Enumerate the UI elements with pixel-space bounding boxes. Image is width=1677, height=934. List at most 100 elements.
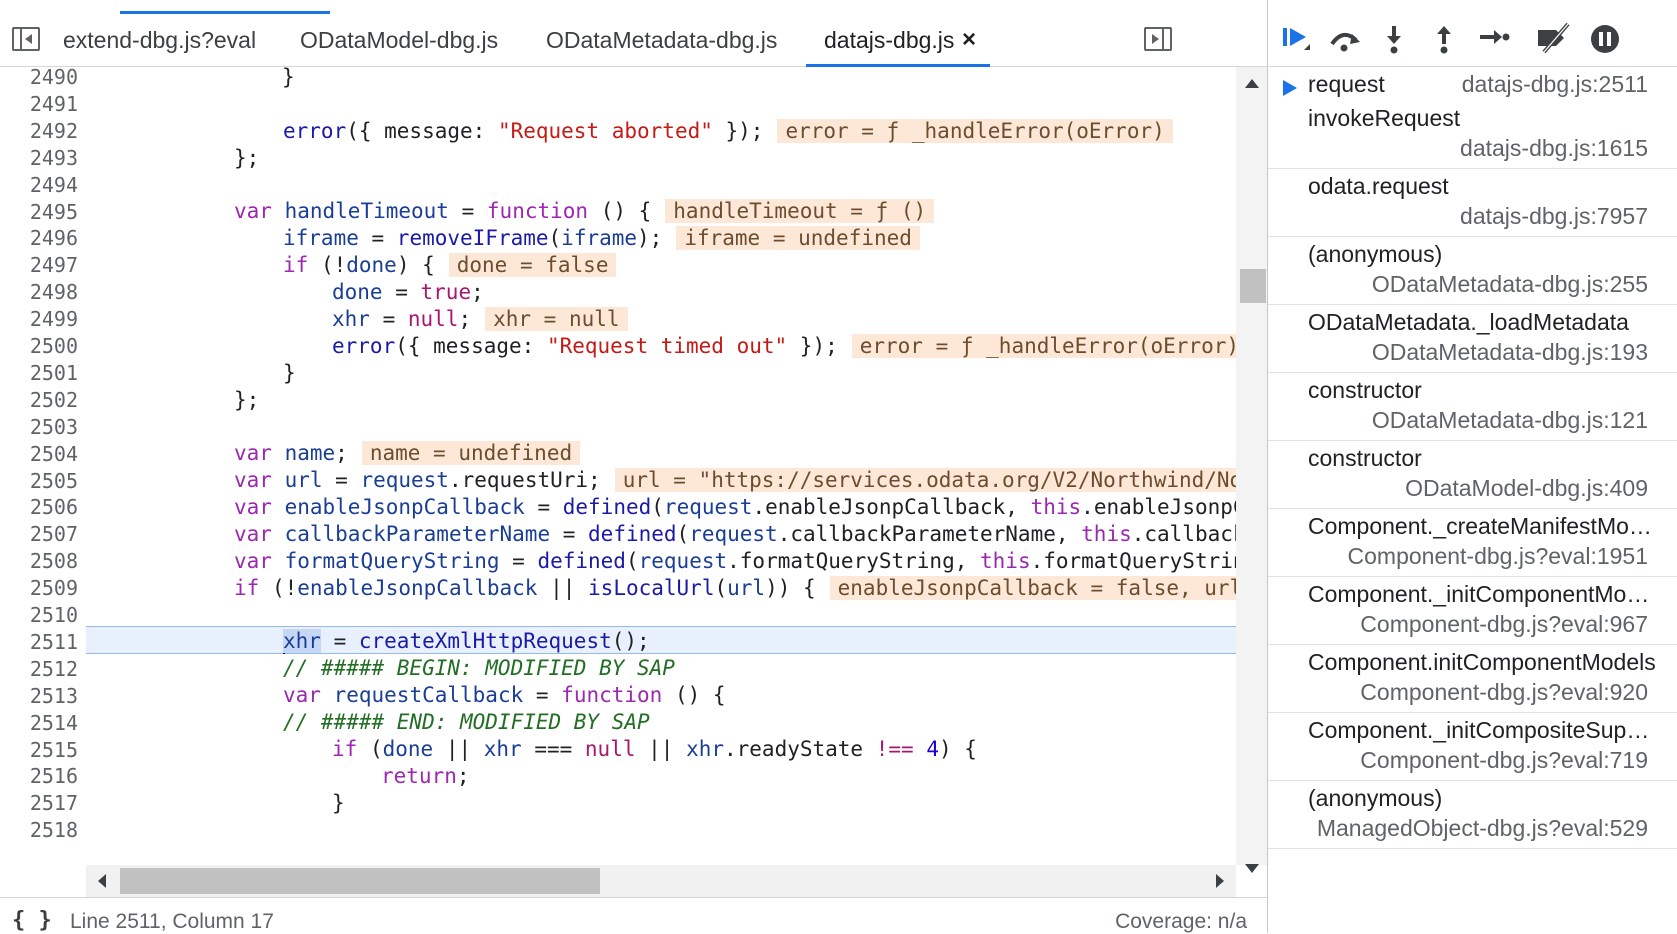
line-number[interactable]: 2498 [0, 278, 78, 306]
inline-value: enableJsonpCallback = false, url = "http… [829, 576, 1236, 600]
scroll-right-icon[interactable] [1216, 874, 1224, 888]
step-over-icon[interactable] [1328, 22, 1362, 56]
tab-label: ODataMetadata-dbg.js [546, 27, 778, 53]
line-number[interactable]: 2492 [0, 117, 78, 145]
line-number[interactable]: 2495 [0, 198, 78, 226]
call-frame[interactable]: Component._createManifestModels Component… [1268, 509, 1677, 577]
resume-icon[interactable] [1280, 22, 1314, 56]
status-bar: { } Line 2511, Column 17 Coverage: n/a [0, 897, 1267, 934]
call-frame[interactable]: constructor ODataMetadata-dbg.js:121 [1268, 373, 1677, 441]
line-number[interactable]: 2509 [0, 574, 78, 602]
line-number[interactable]: 2506 [0, 493, 78, 521]
code-line: error({ message: "Request aborted" }); er… [86, 117, 1236, 145]
code-line: var formatQueryString = defined(request.… [234, 549, 1236, 573]
call-frame[interactable]: (anonymous) ODataMetadata-dbg.js:255 [1268, 237, 1677, 305]
line-number[interactable]: 2511 [0, 628, 78, 656]
tab-odatametadata-dbg[interactable]: ODataMetadata-dbg.js [546, 14, 777, 66]
code-line: var callbackParameterName = defined(requ… [234, 522, 1236, 546]
call-frame[interactable]: Component._initComponentModels Component-… [1268, 577, 1677, 645]
call-frame-name: (anonymous) [1308, 241, 1443, 267]
line-number[interactable]: 2490 [0, 63, 78, 91]
call-frame-name: invokeRequest [1308, 105, 1461, 131]
call-frame-name: (anonymous) [1308, 785, 1443, 811]
line-number[interactable]: 2496 [0, 224, 78, 252]
call-frame-location: Component-dbg.js?eval:719 [1360, 747, 1648, 773]
call-frame-location: Component-dbg.js?eval:920 [1360, 679, 1648, 705]
line-number[interactable]: 2514 [0, 709, 78, 737]
code-editor[interactable]: } error({ message: "Request aborted" });… [86, 67, 1236, 865]
line-number[interactable]: 2508 [0, 547, 78, 575]
code-line: iframe = removeIFrame(iframe); iframe = u… [86, 224, 1236, 252]
line-number-gutter[interactable]: 2490 2491 2492 2493 2494 2495 2496 2497 2498 2499… [0, 65, 86, 897]
code-line: var url = request.requestUri; url = "http… [86, 466, 1236, 494]
call-frame[interactable]: invokeRequest datajs-dbg.js:1615 [1268, 101, 1677, 169]
code-line: var handleTimeout = function () {handleT… [86, 197, 1236, 225]
step-icon[interactable] [1476, 22, 1510, 56]
step-into-icon[interactable] [1377, 22, 1411, 56]
scroll-up-icon[interactable] [1245, 79, 1259, 88]
call-frame-name: Component._initCompositeSupport [1308, 717, 1658, 743]
line-number[interactable]: 2517 [0, 789, 78, 817]
line-number[interactable]: 2505 [0, 467, 78, 495]
line-number[interactable]: 2518 [0, 816, 78, 844]
call-frame[interactable]: ODataMetadata._loadMetadata ODataMetadata… [1268, 305, 1677, 373]
line-number[interactable]: 2501 [0, 359, 78, 387]
coverage-status: Coverage: n/a [1115, 910, 1247, 933]
horizontal-scroll-thumb[interactable] [120, 868, 600, 894]
line-number[interactable]: 2500 [0, 332, 78, 360]
call-frame-name: ODataMetadata._loadMetadata [1308, 309, 1629, 335]
current-execution-line: xhr = createXmlHttpRequest(); [86, 626, 1236, 654]
top-strip [0, 0, 1267, 15]
pause-on-exceptions-icon[interactable] [1588, 22, 1622, 56]
call-frame-location: datajs-dbg.js:7957 [1460, 203, 1648, 229]
line-number[interactable]: 2494 [0, 171, 78, 199]
call-frame[interactable]: odata.request datajs-dbg.js:7957 [1268, 169, 1677, 237]
line-number[interactable]: 2502 [0, 386, 78, 414]
call-frame-name: Component._initComponentModels [1308, 581, 1658, 607]
debugger-toolbar [1268, 0, 1677, 67]
vertical-scrollbar[interactable] [1236, 67, 1267, 873]
call-frame[interactable]: request datajs-dbg.js:2511 [1268, 67, 1677, 101]
line-number[interactable]: 2513 [0, 682, 78, 710]
tab-odatamodel-dbg[interactable]: ODataModel-dbg.js [300, 14, 498, 66]
call-frame-location: ODataModel-dbg.js:409 [1405, 475, 1648, 501]
tab-datajs-dbg[interactable]: datajs-dbg.js × [805, 14, 991, 67]
scroll-down-icon[interactable] [1245, 864, 1259, 873]
call-frame-name: odata.request [1308, 173, 1449, 199]
call-frame[interactable]: Component._initCompositeSupport Component… [1268, 713, 1677, 781]
line-number[interactable]: 2497 [0, 251, 78, 279]
inline-value: url = "https://services.odata.org/V2/Nor… [614, 468, 1236, 492]
call-frame[interactable]: (anonymous) ManagedObject-dbg.js?eval:529 [1268, 781, 1677, 849]
tab-label: ODataModel-dbg.js [300, 27, 499, 53]
call-frame-location: ODataMetadata-dbg.js:121 [1371, 407, 1648, 433]
deactivate-breakpoints-icon[interactable] [1536, 22, 1570, 56]
call-frame-location: Component-dbg.js?eval:967 [1360, 611, 1648, 637]
close-tab-icon[interactable]: × [962, 14, 976, 66]
call-frame-location: ManagedObject-dbg.js?eval:529 [1316, 815, 1648, 841]
toggle-debugger-icon[interactable] [1144, 27, 1172, 51]
call-frame[interactable]: constructor ODataModel-dbg.js:409 [1268, 441, 1677, 509]
step-out-icon[interactable] [1427, 22, 1461, 56]
line-number[interactable]: 2503 [0, 413, 78, 441]
line-number[interactable]: 2515 [0, 736, 78, 764]
line-number[interactable]: 2516 [0, 762, 78, 790]
call-frame-location: datajs-dbg.js:1615 [1460, 135, 1648, 161]
vertical-scroll-thumb[interactable] [1240, 269, 1266, 303]
line-number[interactable]: 2493 [0, 144, 78, 172]
line-number[interactable]: 2504 [0, 440, 78, 468]
line-number[interactable]: 2507 [0, 520, 78, 548]
scroll-left-icon[interactable] [98, 874, 106, 888]
horizontal-scrollbar[interactable] [86, 865, 1236, 897]
call-frame[interactable]: Component.initComponentModels Component-d… [1268, 645, 1677, 713]
code-line: if (!enableJsonpCallback || isLocalUrl(u… [86, 574, 1236, 602]
tab-extend-dbg[interactable]: extend-dbg.js?eval [63, 14, 256, 66]
line-number[interactable]: 2491 [0, 90, 78, 118]
call-frame-location: ODataMetadata-dbg.js:255 [1371, 271, 1648, 297]
pretty-print-button[interactable]: { } [12, 908, 52, 933]
line-number[interactable]: 2510 [0, 601, 78, 629]
line-number[interactable]: 2512 [0, 655, 78, 683]
toggle-navigator-icon[interactable] [12, 27, 40, 51]
line-number[interactable]: 2499 [0, 305, 78, 333]
code-line: if (done || xhr === null || xhr.readySta… [332, 737, 977, 761]
inline-value: error = ƒ _handleError(oError) [777, 119, 1173, 143]
